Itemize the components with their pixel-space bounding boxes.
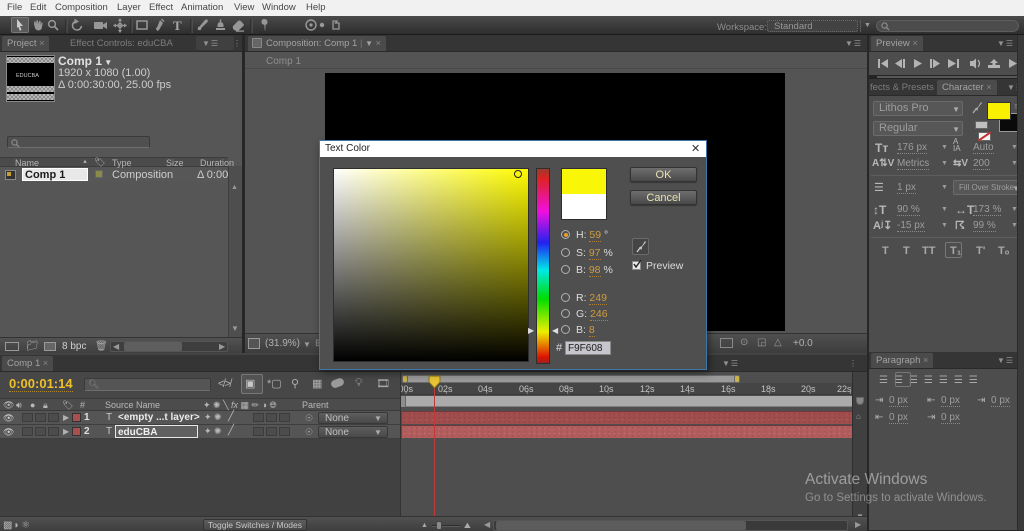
svg-text:T: T [173, 18, 182, 33]
svg-text:EDUCBA: EDUCBA [16, 73, 39, 79]
